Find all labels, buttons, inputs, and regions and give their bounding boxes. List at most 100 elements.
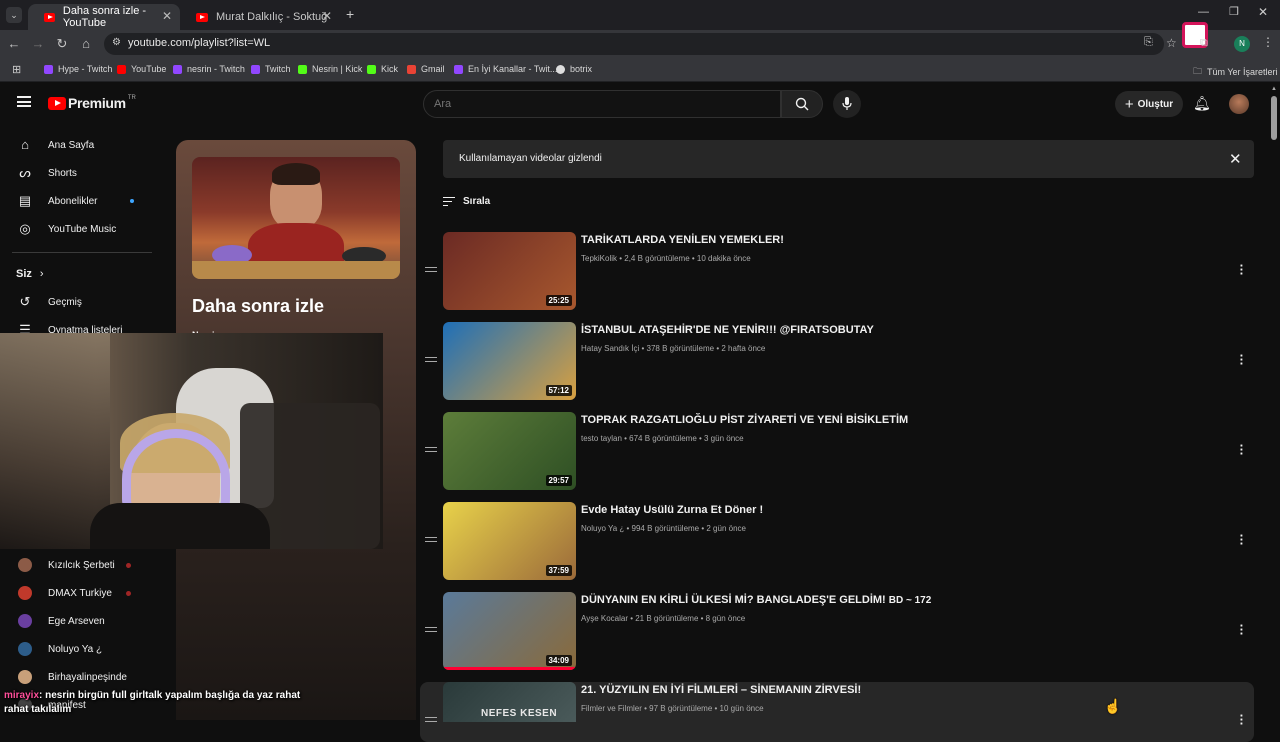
minimize-button[interactable]: — <box>1198 6 1209 18</box>
playlist-cover-thumbnail[interactable] <box>192 157 400 279</box>
bookmark-twitch[interactable]: Twitch <box>251 64 291 74</box>
more-actions-icon[interactable]: · · · <box>1240 619 1244 640</box>
notifications-bell-icon[interactable]: 🔔︎ <box>1193 95 1211 112</box>
playlist-video-row[interactable]: 25:25 TARİKATLARDA YENİLEN YEMEKLER! Tepki… <box>420 232 1254 320</box>
drag-handle-icon[interactable] <box>425 357 437 362</box>
video-meta: Noluyo Ya ¿ • 994 B görüntüleme • 2 gün … <box>581 524 746 533</box>
youtube-favicon-icon <box>44 12 55 22</box>
bookmark-nesrin-kick[interactable]: Nesrin | Kick <box>298 64 362 74</box>
video-title[interactable]: Evde Hatay Usülü Zurna Et Döner ! <box>581 504 763 516</box>
search-input[interactable] <box>434 98 734 110</box>
bookmark-star-icon[interactable]: ☆ <box>1166 36 1177 50</box>
sidebar-channel[interactable]: Birhayalinpeşinde <box>18 667 127 687</box>
address-bar[interactable]: ⚙ youtube.com/playlist?list=WL ⎘ <box>104 33 1164 55</box>
bookmark-botrix[interactable]: botrix <box>556 64 592 74</box>
close-icon[interactable]: ✕ <box>1229 150 1242 168</box>
scroll-up-arrow[interactable]: ▲ <box>1271 86 1277 92</box>
more-actions-icon[interactable]: · · · <box>1240 349 1244 370</box>
video-title[interactable]: DÜNYANIN EN KİRLİ ÜLKESİ Mİ? BANGLADEŞ'E… <box>581 594 931 606</box>
watch-progress-bar <box>443 667 576 670</box>
more-actions-icon[interactable]: · · · <box>1240 709 1244 730</box>
maximize-button[interactable]: ❐ <box>1229 5 1239 18</box>
video-title[interactable]: TARİKATLARDA YENİLEN YEMEKLER! <box>581 234 784 246</box>
forward-icon[interactable]: → <box>30 36 46 51</box>
bookmark-gmail[interactable]: Gmail <box>407 64 445 74</box>
video-thumbnail[interactable]: 25:25 <box>443 232 576 310</box>
page-scrollbar-thumb[interactable] <box>1271 96 1277 140</box>
video-thumbnail[interactable]: 29:57 <box>443 412 576 490</box>
youtube-logo[interactable]: Premium TR <box>48 95 136 111</box>
site-info-icon[interactable]: ⚙ <box>112 37 121 48</box>
account-avatar[interactable] <box>1229 94 1249 114</box>
sidebar-item-history[interactable]: ↺ Geçmiş <box>18 292 82 312</box>
apps-icon[interactable]: ⊞ <box>12 63 21 76</box>
playlist-video-row[interactable]: 37:59 Evde Hatay Usülü Zurna Et Döner ! No… <box>420 502 1254 590</box>
more-actions-icon[interactable]: · · · <box>1240 259 1244 280</box>
new-content-dot <box>130 199 134 203</box>
playlist-video-row[interactable]: NEFES KESEN 21. YÜZYILIN EN İYİ FİLMLERİ … <box>420 682 1254 742</box>
reload-icon[interactable]: ↻ <box>54 36 70 52</box>
tab-search-icon[interactable]: ⌄ <box>6 7 22 23</box>
drag-handle-icon[interactable] <box>425 537 437 542</box>
voice-search-button[interactable] <box>833 90 861 118</box>
channel-avatar <box>18 558 32 572</box>
sidebar-item-shorts[interactable]: ᔕ Shorts <box>18 163 77 183</box>
video-thumbnail[interactable]: 57:12 <box>443 322 576 400</box>
sidebar-item-home[interactable]: ⌂ Ana Sayfa <box>18 135 94 155</box>
install-icon[interactable]: ⎘ <box>1144 36 1153 49</box>
sidebar-item-subscriptions[interactable]: ▤ Abonelikler <box>18 191 134 211</box>
tab-close-icon[interactable]: ✕ <box>322 9 332 23</box>
sidebar-channel[interactable]: Noluyo Ya ¿ <box>18 639 102 659</box>
youtube-favicon-icon <box>196 12 208 22</box>
drag-handle-icon[interactable] <box>425 447 437 452</box>
tab-murat[interactable]: Murat Dalkılıç - Soktuğu Durum ✕ <box>180 4 340 30</box>
sort-button[interactable]: Sırala <box>443 196 490 207</box>
sidebar-channel[interactable]: Kızılcık Şerbeti <box>18 555 131 575</box>
more-actions-icon[interactable]: · · · <box>1240 529 1244 550</box>
playlist-video-row[interactable]: 57:12 İSTANBUL ATAŞEHİR'DE NE YENİR!!! @F… <box>420 322 1254 410</box>
video-meta: Ayşe Kocalar • 21 B görüntüleme • 8 gün … <box>581 614 746 623</box>
kick-icon <box>298 64 307 74</box>
video-title[interactable]: 21. YÜZYILIN EN İYİ FİLMLERİ – SİNEMANIN… <box>581 684 861 696</box>
more-actions-icon[interactable]: · · · <box>1240 439 1244 460</box>
tab-watch-later[interactable]: Daha sonra izle - YouTube ✕ <box>28 4 180 30</box>
video-thumbnail[interactable]: 37:59 <box>443 502 576 580</box>
sidebar-item-label: Ana Sayfa <box>48 139 95 151</box>
search-box[interactable] <box>423 90 781 118</box>
video-title[interactable]: TOPRAK RAZGATLIOĞLU PİST ZİYARETİ VE YEN… <box>581 414 908 426</box>
sidebar-item-youtube-music[interactable]: ◎ YouTube Music <box>18 219 116 239</box>
video-thumbnail[interactable]: 34:09 <box>443 592 576 670</box>
video-thumbnail[interactable]: NEFES KESEN <box>443 682 576 722</box>
tab-title: Murat Dalkılıç - Soktuğu Durum <box>216 11 328 23</box>
title-suffix: BD ~ 172 <box>888 595 932 606</box>
bookmark-nesrin-twitch[interactable]: nesrin - Twitch <box>173 64 245 74</box>
channel-avatar <box>18 642 32 656</box>
search-button[interactable] <box>781 90 823 118</box>
bookmark-hype-twitch[interactable]: Hype - Twitch <box>44 64 112 74</box>
all-bookmarks-folder[interactable]: 🗀 Tüm Yer İşaretleri <box>1193 64 1278 80</box>
close-window-button[interactable]: ✕ <box>1258 5 1268 19</box>
back-icon[interactable]: ← <box>6 36 22 51</box>
bookmark-best-channels[interactable]: En İyi Kanallar - Twit... <box>454 64 557 74</box>
create-button[interactable]: + Oluştur <box>1115 91 1183 117</box>
bookmark-kick[interactable]: Kick <box>367 64 398 74</box>
new-tab-button[interactable]: + <box>346 6 354 22</box>
sidebar-item-label: Abonelikler <box>48 195 98 207</box>
extensions-puzzle-icon[interactable]: ⧉ <box>1200 37 1208 50</box>
sidebar-channel[interactable]: DMAX Turkiye <box>18 583 131 603</box>
sidebar-channel[interactable]: Ege Arseven <box>18 611 105 631</box>
drag-handle-icon[interactable] <box>425 267 437 272</box>
home-icon[interactable]: ⌂ <box>78 36 94 51</box>
browser-menu-icon[interactable]: ⋮ <box>1262 35 1274 49</box>
mouse-cursor-icon: ☝ <box>1104 698 1122 714</box>
profile-avatar[interactable]: N <box>1234 36 1250 52</box>
sidebar-you-header[interactable]: Siz › <box>16 264 44 284</box>
playlist-video-row[interactable]: 34:09 DÜNYANIN EN KİRLİ ÜLKESİ Mİ? BANGLA… <box>420 592 1254 680</box>
playlist-video-row[interactable]: 29:57 TOPRAK RAZGATLIOĞLU PİST ZİYARETİ V… <box>420 412 1254 500</box>
video-meta: TepkiKolik • 2,4 B görüntüleme • 10 daki… <box>581 254 751 263</box>
video-title[interactable]: İSTANBUL ATAŞEHİR'DE NE YENİR!!! @FIRATS… <box>581 324 874 336</box>
tab-close-icon[interactable]: ✕ <box>162 9 172 23</box>
guide-menu-icon[interactable] <box>17 96 31 107</box>
bookmark-youtube[interactable]: YouTube <box>117 64 166 74</box>
drag-handle-icon[interactable] <box>425 627 437 632</box>
